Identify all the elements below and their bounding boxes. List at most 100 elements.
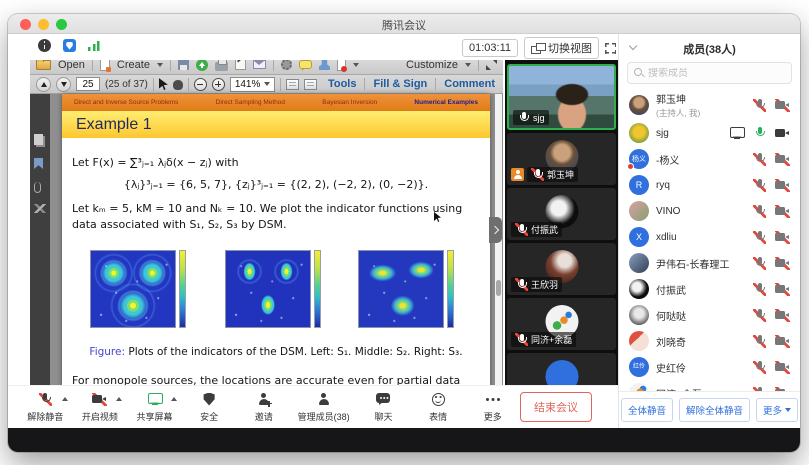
zoom-out-icon[interactable] [194, 78, 207, 91]
member-row[interactable]: VINO [619, 198, 800, 224]
expand-icon[interactable] [486, 59, 497, 70]
mic-muted-icon[interactable] [753, 309, 766, 322]
scroll-view-icon[interactable] [286, 79, 299, 90]
chat-button[interactable]: 聊天 [356, 392, 411, 423]
camera-off-icon[interactable] [775, 361, 790, 374]
member-row[interactable]: 尹伟石-长春理工 [619, 250, 800, 276]
camera-on-icon[interactable] [775, 127, 790, 140]
signature-icon[interactable] [34, 204, 46, 213]
video-panel-collapse-tab[interactable] [489, 217, 502, 243]
mic-on-icon[interactable] [753, 127, 766, 140]
mic-muted-icon[interactable] [753, 257, 766, 270]
select-tool-icon[interactable] [159, 78, 168, 90]
mic-muted-icon[interactable] [753, 99, 766, 112]
mic-muted-icon[interactable] [753, 231, 766, 244]
member-row[interactable]: 杨义 -杨义 [619, 146, 800, 172]
end-meeting-button[interactable]: 结束会议 [520, 392, 592, 422]
camera-off-icon[interactable] [775, 257, 790, 270]
mute-all-button[interactable]: 全体静音 [621, 398, 673, 422]
camera-off-icon[interactable] [775, 231, 790, 244]
member-row[interactable]: sjg [619, 120, 800, 146]
start-video-button[interactable]: 开启视频 [73, 392, 128, 423]
fill-sign-tab[interactable]: Fill & Sign [373, 78, 427, 90]
comment-tab[interactable]: Comment [444, 78, 495, 90]
emoji-button[interactable]: 表情 [411, 392, 466, 423]
security-button[interactable]: 安全 [182, 392, 237, 423]
tools-tab[interactable]: Tools [328, 78, 357, 90]
print-icon[interactable] [215, 62, 228, 71]
stamp-icon[interactable] [319, 59, 330, 70]
avatar [629, 331, 649, 351]
member-row[interactable]: R ryq [619, 172, 800, 198]
hand-tool-icon[interactable] [173, 80, 183, 90]
member-row[interactable]: 刘晓奇 [619, 328, 800, 354]
zoom-level-select[interactable]: 141% [230, 77, 276, 92]
gear-icon[interactable] [281, 59, 292, 70]
attachments-icon[interactable] [34, 182, 41, 193]
member-row[interactable]: 付振武 [619, 276, 800, 302]
mic-muted-icon[interactable] [753, 205, 766, 218]
camera-off-icon[interactable] [775, 283, 790, 296]
unmute-button[interactable]: 解除静音 [18, 392, 73, 423]
mic-muted-icon[interactable] [753, 361, 766, 374]
create-icon[interactable] [100, 59, 110, 71]
camera-off-icon[interactable] [775, 179, 790, 192]
bookmarks-icon[interactable] [34, 158, 43, 169]
video-tile-speaking[interactable]: sjg [507, 64, 616, 130]
customize-button[interactable]: Customize [406, 59, 458, 71]
camera-off-icon[interactable] [775, 205, 790, 218]
share-screen-button[interactable]: 共享屏幕 [127, 392, 182, 423]
attachment-alert-icon[interactable] [337, 59, 346, 71]
member-row[interactable]: 郭玉坤(主持人, 我) [619, 90, 800, 120]
meeting-info-icon[interactable] [38, 39, 51, 52]
open-button[interactable]: Open [58, 59, 85, 71]
invite-button[interactable]: 邀请 [236, 392, 291, 423]
manage-members-button[interactable]: 管理成员(38) [291, 392, 356, 423]
zoom-in-icon[interactable] [212, 78, 225, 91]
video-tile[interactable]: 郭玉坤 [507, 133, 616, 185]
camera-off-icon[interactable] [775, 335, 790, 348]
member-row[interactable]: 何哒哒 [619, 302, 800, 328]
member-row[interactable]: 同济+余磊 [619, 380, 800, 391]
edit-icon[interactable] [235, 59, 246, 70]
meeting-security-icon[interactable] [63, 39, 76, 52]
mic-muted-icon[interactable] [753, 179, 766, 192]
mic-muted-icon[interactable] [753, 153, 766, 166]
meeting-timer: 01:03:11 [462, 39, 518, 57]
page-up-button[interactable] [36, 77, 51, 92]
email-icon[interactable] [253, 60, 266, 69]
member-search[interactable] [627, 62, 792, 84]
create-button[interactable]: Create [117, 59, 150, 71]
camera-off-icon[interactable] [775, 153, 790, 166]
switch-view-button[interactable]: 切换视图 [524, 37, 599, 59]
mic-muted-icon [515, 278, 528, 291]
more-toolbar-button[interactable]: 更多 [465, 392, 520, 423]
mic-muted-icon[interactable] [753, 283, 766, 296]
meeting-topbar: 01:03:11 切换视图 [8, 34, 618, 60]
video-tile[interactable]: 王欣羽 [507, 243, 616, 295]
camera-off-icon[interactable] [775, 309, 790, 322]
save-icon[interactable] [178, 59, 189, 70]
open-folder-icon[interactable] [36, 60, 51, 70]
comment-bubble-icon[interactable] [299, 60, 312, 69]
more-button[interactable]: 更多 [756, 398, 798, 422]
page-number-input[interactable] [76, 77, 100, 91]
page-view-icon[interactable] [304, 79, 317, 90]
video-tile[interactable]: 付振武 [507, 188, 616, 240]
scrollbar-thumb[interactable] [496, 280, 501, 296]
fullscreen-icon[interactable] [605, 43, 616, 54]
member-row[interactable]: 红伶 史红伶 [619, 354, 800, 380]
share-icon[interactable] [196, 59, 208, 71]
page-thumbnails-icon[interactable] [34, 134, 43, 145]
heatmap-image [90, 250, 176, 328]
unmute-all-button[interactable]: 解除全体静音 [679, 398, 750, 422]
member-row[interactable]: X xdliu [619, 224, 800, 250]
search-input[interactable] [648, 68, 785, 79]
caret-up-icon[interactable] [62, 397, 68, 401]
page-down-button[interactable] [56, 77, 71, 92]
caret-up-icon[interactable] [116, 397, 122, 401]
mic-muted-icon[interactable] [753, 335, 766, 348]
caret-up-icon[interactable] [171, 397, 177, 401]
video-tile[interactable]: 同济+余磊 [507, 298, 616, 350]
camera-off-icon[interactable] [775, 99, 790, 112]
